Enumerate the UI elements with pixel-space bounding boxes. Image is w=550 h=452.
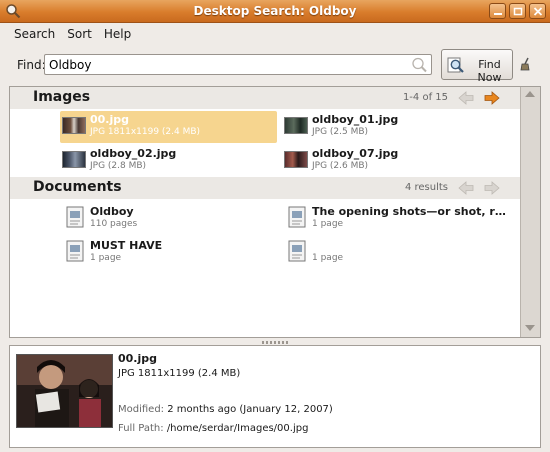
minimize-button[interactable] (489, 3, 506, 19)
detail-file-name: 00.jpg (118, 352, 158, 365)
detail-file-type: JPG 1811x1199 (2.4 MB) (118, 368, 241, 379)
document-icon (66, 240, 84, 262)
path-label: Full Path: (118, 423, 164, 434)
documents-section-header: Documents 4 results (10, 177, 520, 199)
scroll-up-icon[interactable] (524, 90, 536, 98)
document-meta: 1 page (312, 253, 344, 263)
detail-modified-row: Modified: 2 months ago (January 12, 2007… (118, 404, 333, 415)
clear-broom-icon[interactable] (520, 57, 532, 71)
arrow-right-icon[interactable] (484, 181, 500, 195)
details-pane: 00.jpg JPG 1811x1199 (2.4 MB) Modified: … (9, 345, 541, 448)
image-name: oldboy_07.jpg (312, 147, 399, 160)
minimize-icon (494, 13, 502, 15)
path-value[interactable]: /home/serdar/Images/00.jpg (167, 423, 309, 434)
arrow-right-icon[interactable] (484, 91, 500, 105)
image-thumbnail (62, 151, 86, 168)
image-name: oldboy_01.jpg (312, 113, 399, 126)
images-count: 1-4 of 15 (402, 92, 448, 103)
document-meta: 110 pages (90, 219, 138, 229)
magnifier-icon (447, 57, 464, 73)
document-meta: 1 page (312, 219, 344, 229)
image-meta: JPG (2.8 MB) (90, 161, 147, 171)
document-icon (288, 206, 306, 228)
maximize-icon (513, 7, 523, 16)
preview-image (16, 354, 113, 428)
image-meta: JPG (2.5 MB) (312, 127, 369, 137)
image-thumbnail (284, 117, 308, 134)
document-name: MUST HAVE (90, 239, 163, 252)
image-meta: JPG (2.6 MB) (312, 161, 369, 171)
search-input[interactable] (44, 54, 432, 75)
close-button[interactable] (529, 3, 546, 19)
modified-label: Modified: (118, 404, 165, 415)
close-icon (533, 7, 543, 16)
document-result[interactable]: Oldboy 110 pages (62, 203, 279, 235)
find-now-button[interactable]: Find Now (441, 49, 513, 84)
pane-resize-handle[interactable] (262, 341, 288, 344)
image-name: oldboy_02.jpg (90, 147, 177, 160)
image-result-00[interactable]: 00.jpg JPG 1811x1199 (2.4 MB) (60, 111, 277, 143)
find-label: Find: (17, 58, 46, 72)
image-thumbnail (284, 151, 308, 168)
menu-search[interactable]: Search (8, 23, 61, 45)
document-icon (288, 240, 306, 262)
window-titlebar: Desktop Search: Oldboy (0, 0, 550, 23)
image-result-02[interactable]: oldboy_02.jpg JPG (2.8 MB) (60, 145, 277, 177)
document-result[interactable]: 1 page (284, 237, 501, 269)
menu-bar: Search Sort Help (0, 23, 550, 45)
maximize-button[interactable] (509, 3, 526, 19)
image-thumbnail (62, 117, 86, 134)
arrow-left-icon[interactable] (458, 181, 474, 195)
document-name: Oldboy (90, 205, 134, 218)
document-icon (66, 206, 84, 228)
document-result[interactable]: MUST HAVE 1 page (62, 237, 279, 269)
documents-heading: Documents (33, 179, 122, 195)
image-name: 00.jpg (90, 113, 130, 126)
detail-path-row: Full Path: /home/serdar/Images/00.jpg (118, 423, 308, 434)
results-scrollbar[interactable] (520, 87, 540, 337)
scroll-down-icon[interactable] (524, 324, 536, 332)
image-result-07[interactable]: oldboy_07.jpg JPG (2.6 MB) (282, 145, 499, 177)
menu-sort[interactable]: Sort (61, 23, 98, 45)
arrow-left-icon[interactable] (458, 91, 474, 105)
menu-help[interactable]: Help (98, 23, 137, 45)
documents-count: 4 results (404, 182, 448, 193)
find-now-label: Find Now (477, 58, 502, 84)
images-section-header: Images 1-4 of 15 (10, 87, 520, 109)
images-heading: Images (33, 89, 91, 105)
image-result-01[interactable]: oldboy_01.jpg JPG (2.5 MB) (282, 111, 499, 143)
window-title: Desktop Search: Oldboy (193, 4, 357, 18)
magnifier-icon (412, 57, 427, 73)
document-meta: 1 page (90, 253, 122, 263)
results-pane[interactable]: Images 1-4 of 15 00.jpg JPG 1811x1199 (2… (9, 86, 541, 338)
image-meta: JPG 1811x1199 (2.4 MB) (90, 127, 201, 137)
modified-value: 2 months ago (January 12, 2007) (167, 404, 333, 415)
document-result[interactable]: The opening shots—or shot, ra... 1 page (284, 203, 507, 235)
document-name: The opening shots—or shot, ra... (312, 205, 507, 218)
